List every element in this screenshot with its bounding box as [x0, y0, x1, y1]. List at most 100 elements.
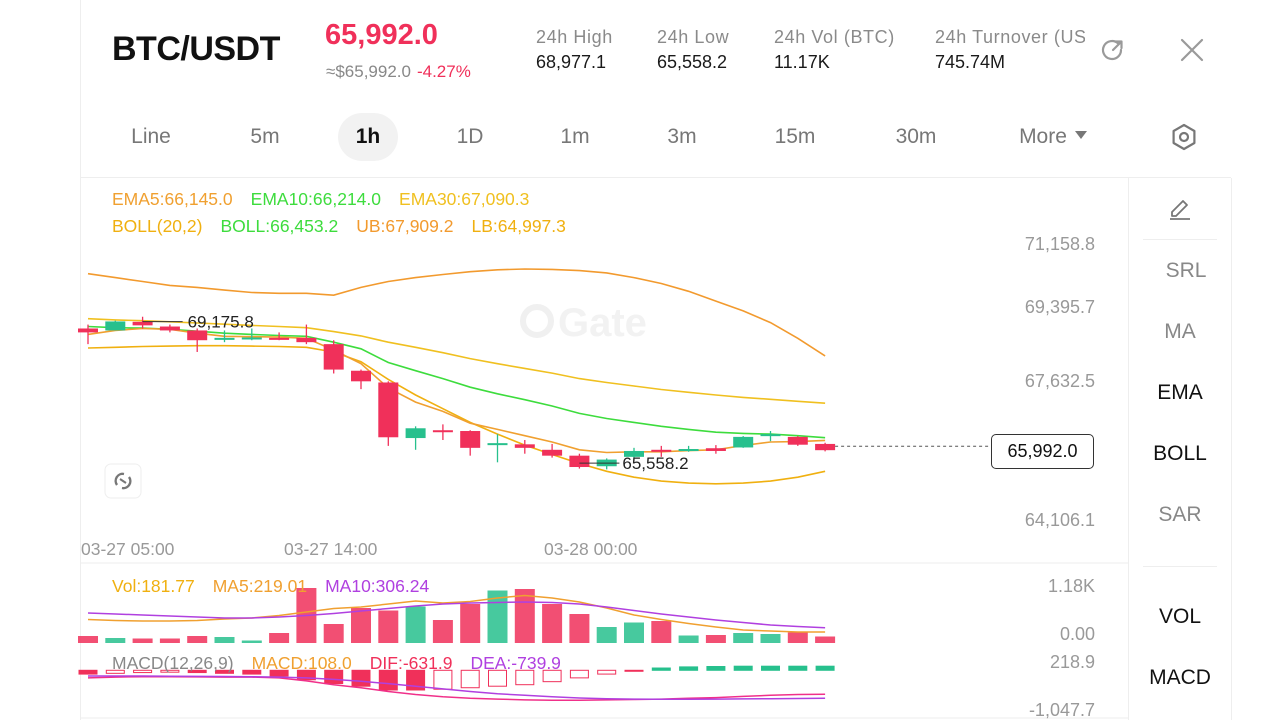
- price-tick: 71,158.8: [1024, 234, 1095, 254]
- indicator-boll[interactable]: BOLL: [1128, 442, 1232, 466]
- macd-dea-line: [88, 675, 826, 701]
- volume-bar: [569, 614, 590, 643]
- app-root: BTC/USDT 65,992.0 ≈$65,992.0 -4.27% 24h H…: [0, 0, 1280, 720]
- indicator-srl[interactable]: SRL: [1128, 259, 1232, 283]
- draw-pencil-icon[interactable]: [1167, 196, 1193, 222]
- candle-down: [787, 436, 808, 445]
- time-tick: 03-28 00:00: [544, 539, 638, 559]
- vol-ma10-line: [87, 601, 826, 629]
- volume-bar: [432, 620, 453, 643]
- vol-ma5-line: [87, 594, 826, 633]
- volume-bar: [542, 604, 563, 643]
- ema5-line: [87, 327, 826, 454]
- indicator-macd[interactable]: MACD: [1128, 666, 1232, 690]
- macd-params: MACD(12,26,9): [112, 653, 234, 673]
- volume-bar: [596, 627, 617, 643]
- volume-bar: [241, 640, 262, 643]
- close-icon[interactable]: [1177, 35, 1207, 65]
- macd-bar: [624, 669, 644, 672]
- candle-down: [269, 337, 290, 340]
- macd-bar: [733, 665, 753, 671]
- current-price-tag[interactable]: 65,992.0: [991, 434, 1094, 469]
- ema-legend: EMA5:66,145.0 EMA10:66,214.0 EMA30:67,090.…: [112, 189, 547, 210]
- macd-bar: [651, 667, 671, 671]
- candle-up: [105, 321, 126, 331]
- boll-mid-value: BOLL:66,453.2: [220, 216, 339, 236]
- boll-legend: BOLL(20,2) BOLL:66,453.2 UB:67,909.2 LB:64,…: [112, 216, 584, 237]
- volume-bar: [815, 636, 836, 643]
- vol-tick: 0.00: [1059, 624, 1095, 644]
- volume-bar: [733, 633, 754, 643]
- candle-up: [405, 428, 426, 439]
- candle-down: [378, 382, 399, 438]
- macd-bar: [597, 669, 617, 675]
- candle-up: [214, 337, 235, 340]
- volume-bar: [514, 589, 535, 643]
- volume-bar: [351, 608, 371, 643]
- macd-tick: -1,047.7: [1028, 700, 1095, 720]
- macd-bar: [815, 665, 835, 671]
- volume-bar: [678, 635, 699, 643]
- boll-ub-value: UB:67,909.2: [356, 216, 454, 236]
- boll-lb-value: LB:64,997.3: [471, 216, 566, 236]
- price-tick: 69,395.7: [1024, 297, 1095, 317]
- volume-bar: [187, 636, 208, 643]
- indicator-ema[interactable]: EMA: [1128, 381, 1232, 405]
- candle-down: [323, 344, 344, 370]
- candle-up: [678, 449, 699, 452]
- volume-bar: [78, 636, 98, 643]
- candle-down: [296, 337, 317, 343]
- volume-bar: [378, 610, 399, 643]
- candle-up: [760, 434, 781, 437]
- candle-down: [815, 443, 836, 451]
- ema10-value: EMA10:66,214.0: [250, 189, 382, 209]
- volume-bar: [159, 638, 180, 643]
- candle-down: [569, 455, 590, 468]
- candle-down: [651, 449, 672, 452]
- candle-down: [132, 321, 153, 326]
- dif-value: DIF:-631.9: [369, 653, 453, 673]
- vol-legend: Vol:181.77 MA5:219.01 MA10:306.24: [112, 576, 447, 597]
- candle-down: [78, 328, 98, 333]
- indicator-sar[interactable]: SAR: [1128, 503, 1232, 527]
- volume-bar: [651, 621, 672, 643]
- candle-down: [432, 430, 453, 433]
- high-marker-label: 69,175.8: [188, 313, 254, 332]
- candle-down: [159, 326, 180, 331]
- macd-bar: [78, 669, 98, 675]
- svg-text:Gate: Gate: [558, 301, 647, 345]
- low-marker-label: 65,558.2: [622, 454, 688, 473]
- candle-down: [514, 444, 535, 448]
- macd-tick: 218.9: [1049, 652, 1095, 672]
- volume-bar: [460, 604, 481, 643]
- ema10-line: [87, 325, 826, 439]
- boll-lower-band: [87, 344, 826, 485]
- chart-mode-toggle-icon[interactable]: [104, 463, 142, 499]
- vol-ma10-value: MA10:306.24: [325, 576, 430, 596]
- candle-down: [542, 449, 563, 456]
- volume-bar: [405, 606, 426, 643]
- volume-bar: [105, 638, 126, 643]
- volume-bar: [214, 637, 235, 643]
- volume-bar: [705, 635, 726, 643]
- candle-down: [460, 431, 481, 448]
- macd-bar: [761, 665, 780, 671]
- volume-bar: [787, 632, 808, 643]
- candle-up: [487, 443, 508, 446]
- indicator-ma[interactable]: MA: [1128, 320, 1232, 344]
- side-divider: [1143, 566, 1217, 567]
- volume-bar: [760, 634, 781, 643]
- settings-icon[interactable]: [1169, 122, 1199, 152]
- price-tick: 67,632.5: [1024, 371, 1095, 391]
- volume-bar: [132, 638, 153, 643]
- macd-bar: [788, 665, 808, 671]
- candle-down: [705, 448, 726, 451]
- ema30-value: EMA30:67,090.3: [399, 189, 530, 209]
- vol-ma5-value: MA5:219.01: [212, 576, 308, 596]
- volume-bar: [624, 622, 644, 643]
- volume-bar: [269, 633, 290, 643]
- candle-up: [733, 436, 754, 448]
- kline-chart[interactable]: Gate 69,175.8 65,558.2: [0, 0, 1128, 720]
- macd-dif-line: [87, 675, 826, 701]
- indicator-vol[interactable]: VOL: [1128, 605, 1232, 629]
